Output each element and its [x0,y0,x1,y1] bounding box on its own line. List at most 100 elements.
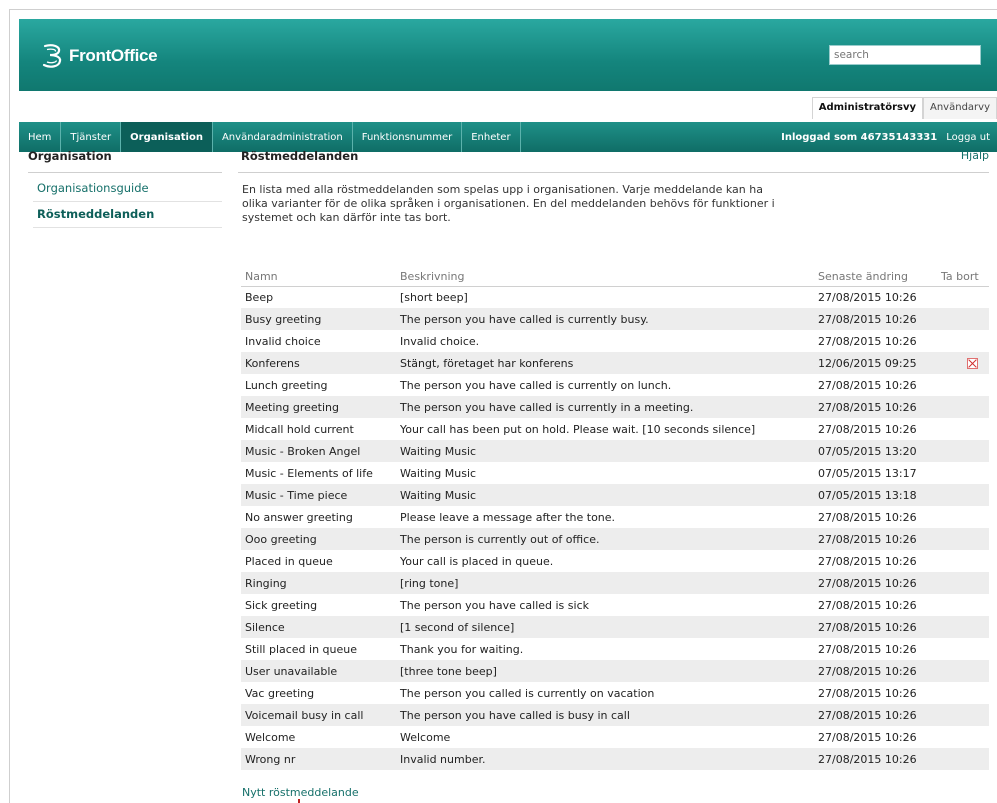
column-header-modified[interactable]: Senaste ändring [814,268,937,287]
message-name-link[interactable]: No answer greeting [241,506,396,528]
message-description: [1 second of silence] [396,616,814,638]
message-name-link[interactable]: Meeting greeting [241,396,396,418]
message-name-link[interactable]: Busy greeting [241,308,396,330]
message-name-link[interactable]: Music - Elements of life [241,462,396,484]
nav-item-organisation[interactable]: Organisation [121,122,213,152]
message-name-link[interactable]: Ooo greeting [241,528,396,550]
message-description: Your call has been put on hold. Please w… [400,422,756,436]
delete-cell [937,704,989,726]
delete-icon[interactable] [967,358,978,369]
message-description: Thank you for waiting. [400,642,524,656]
table-row[interactable]: Silence [1 second of silence] 27/08/2015 1… [241,616,989,638]
column-header-name[interactable]: Namn [241,268,396,287]
nav-item-hem[interactable]: Hem [19,122,62,152]
message-modified-date: 07/05/2015 13:18 [814,484,937,506]
table-row[interactable]: Ooo greeting The person is currently out … [241,528,989,550]
nav-item-enheter[interactable]: Enheter [462,122,521,152]
message-name-link[interactable]: Welcome [241,726,396,748]
delete-cell [937,506,989,528]
table-row[interactable]: Busy greeting The person you have called … [241,308,989,330]
table-row[interactable]: Konferens Stängt, företaget har konferens… [241,352,989,374]
table-row[interactable]: User unavailable [three tone beep] 27/08/2… [241,660,989,682]
message-description: The person you have called is currently … [396,308,814,330]
message-name-link[interactable]: Wrong nr [241,748,396,770]
message-description: [three tone beep] [396,660,814,682]
message-name-link[interactable]: Placed in queue [241,550,396,572]
page-title: Röstmeddelanden [241,149,359,163]
brand-logo[interactable]: FrontOffice [38,42,158,70]
table-body: Beep [short beep] 27/08/2015 10:26 Busy gre… [241,286,989,770]
message-modified-date: 12/06/2015 09:25 [814,352,937,374]
delete-cell [937,748,989,770]
table-row[interactable]: Meeting greeting The person you have call… [241,396,989,418]
message-name-link[interactable]: Ringing [241,572,396,594]
tab-user-view[interactable]: Användarvy [923,97,997,119]
delete-cell [937,572,989,594]
logout-link[interactable]: Logga ut [946,132,990,143]
message-name-link[interactable]: Lunch greeting [241,374,396,396]
message-modified-date: 27/08/2015 10:26 [814,572,937,594]
message-description: The person is currently out of office. [396,528,814,550]
new-voice-message-link[interactable]: Nytt röstmeddelande [242,786,359,799]
help-link[interactable]: Hjälp [961,149,989,162]
message-description: Invalid number. [396,748,814,770]
message-modified-date: 27/08/2015 10:26 [814,308,937,330]
nav-item-funktionsnummer[interactable]: Funktionsnummer [353,122,463,152]
message-modified-date: 27/08/2015 10:26 [818,378,917,392]
table-row[interactable]: Vac greeting The person you called is cur… [241,682,989,704]
message-modified-date: 27/08/2015 10:26 [818,422,917,436]
delete-cell [937,440,989,462]
table-row[interactable]: No answer greeting Please leave a message… [241,506,989,528]
table-row[interactable]: Wrong nr Invalid number. 27/08/2015 10:26 [241,748,989,770]
message-description: The person you have called is currently … [400,378,672,392]
nav-item-anvandaradministration[interactable]: Användaradministration [213,122,353,152]
table-row[interactable]: Lunch greeting The person you have called… [241,374,989,396]
table-row[interactable]: Invalid choice Invalid choice. 27/08/2015 … [241,330,989,352]
sidebar-item-rostmeddelanden[interactable]: Röstmeddelanden [37,207,154,221]
table-row[interactable]: Voicemail busy in call The person you hav… [241,704,989,726]
message-name-link[interactable]: Music - Time piece [241,484,396,506]
nav-item-tjanster[interactable]: Tjänster [61,122,122,152]
message-name-link[interactable]: Music - Broken Angel [241,440,396,462]
table-row[interactable]: Placed in queue Your call is placed in qu… [241,550,989,572]
message-name-link[interactable]: Beep [241,286,396,308]
delete-cell [937,660,989,682]
table-row[interactable]: Still placed in queue Thank you for waiti… [241,638,989,660]
table-row[interactable]: Midcall hold current Your call has been p… [241,418,989,440]
message-modified-date: 27/08/2015 10:26 [818,554,917,568]
message-name-link[interactable]: Invalid choice [241,330,396,352]
message-modified-date: 27/08/2015 10:26 [818,598,917,612]
message-name-link[interactable]: Konferens [241,352,396,374]
table-row[interactable]: Sick greeting The person you have called … [241,594,989,616]
delete-cell [937,616,989,638]
table-row[interactable]: Ringing [ring tone] 27/08/2015 10:26 [241,572,989,594]
delete-cell [937,550,989,572]
message-description: Your call is placed in queue. [400,554,554,568]
delete-cell [937,286,989,308]
message-modified-date: 27/08/2015 10:26 [814,616,937,638]
message-name-link[interactable]: Silence [241,616,396,638]
message-name-link[interactable]: User unavailable [241,660,396,682]
delete-cell [937,352,989,374]
tab-admin-view[interactable]: Administratörsvy [811,97,923,119]
delete-cell [937,374,989,396]
message-name-link[interactable]: Still placed in queue [241,638,396,660]
message-name-link[interactable]: Sick greeting [241,594,396,616]
voice-messages-table: Namn Beskrivning Senaste ändring Ta bort… [241,268,989,770]
table-row[interactable]: Music - Elements of life Waiting Music 07/… [241,462,989,484]
message-name-link[interactable]: Vac greeting [241,682,396,704]
message-name-link[interactable]: Midcall hold current [241,418,396,440]
message-name-link[interactable]: Voicemail busy in call [241,704,396,726]
delete-cell [937,396,989,418]
table-row[interactable]: Beep [short beep] 27/08/2015 10:26 [241,286,989,308]
message-modified-date: 27/08/2015 10:26 [814,748,937,770]
sidebar-item-organisationsguide[interactable]: Organisationsguide [37,181,149,195]
column-header-description[interactable]: Beskrivning [396,268,814,287]
delete-cell [937,330,989,352]
table-row[interactable]: Music - Broken Angel Waiting Music 07/05/2… [241,440,989,462]
search-input[interactable] [829,45,981,65]
table-row[interactable]: Welcome Welcome 27/08/2015 10:26 [241,726,989,748]
delete-cell [937,418,989,440]
table-row[interactable]: Music - Time piece Waiting Music 07/05/201… [241,484,989,506]
message-modified-date: 27/08/2015 10:26 [818,290,917,304]
